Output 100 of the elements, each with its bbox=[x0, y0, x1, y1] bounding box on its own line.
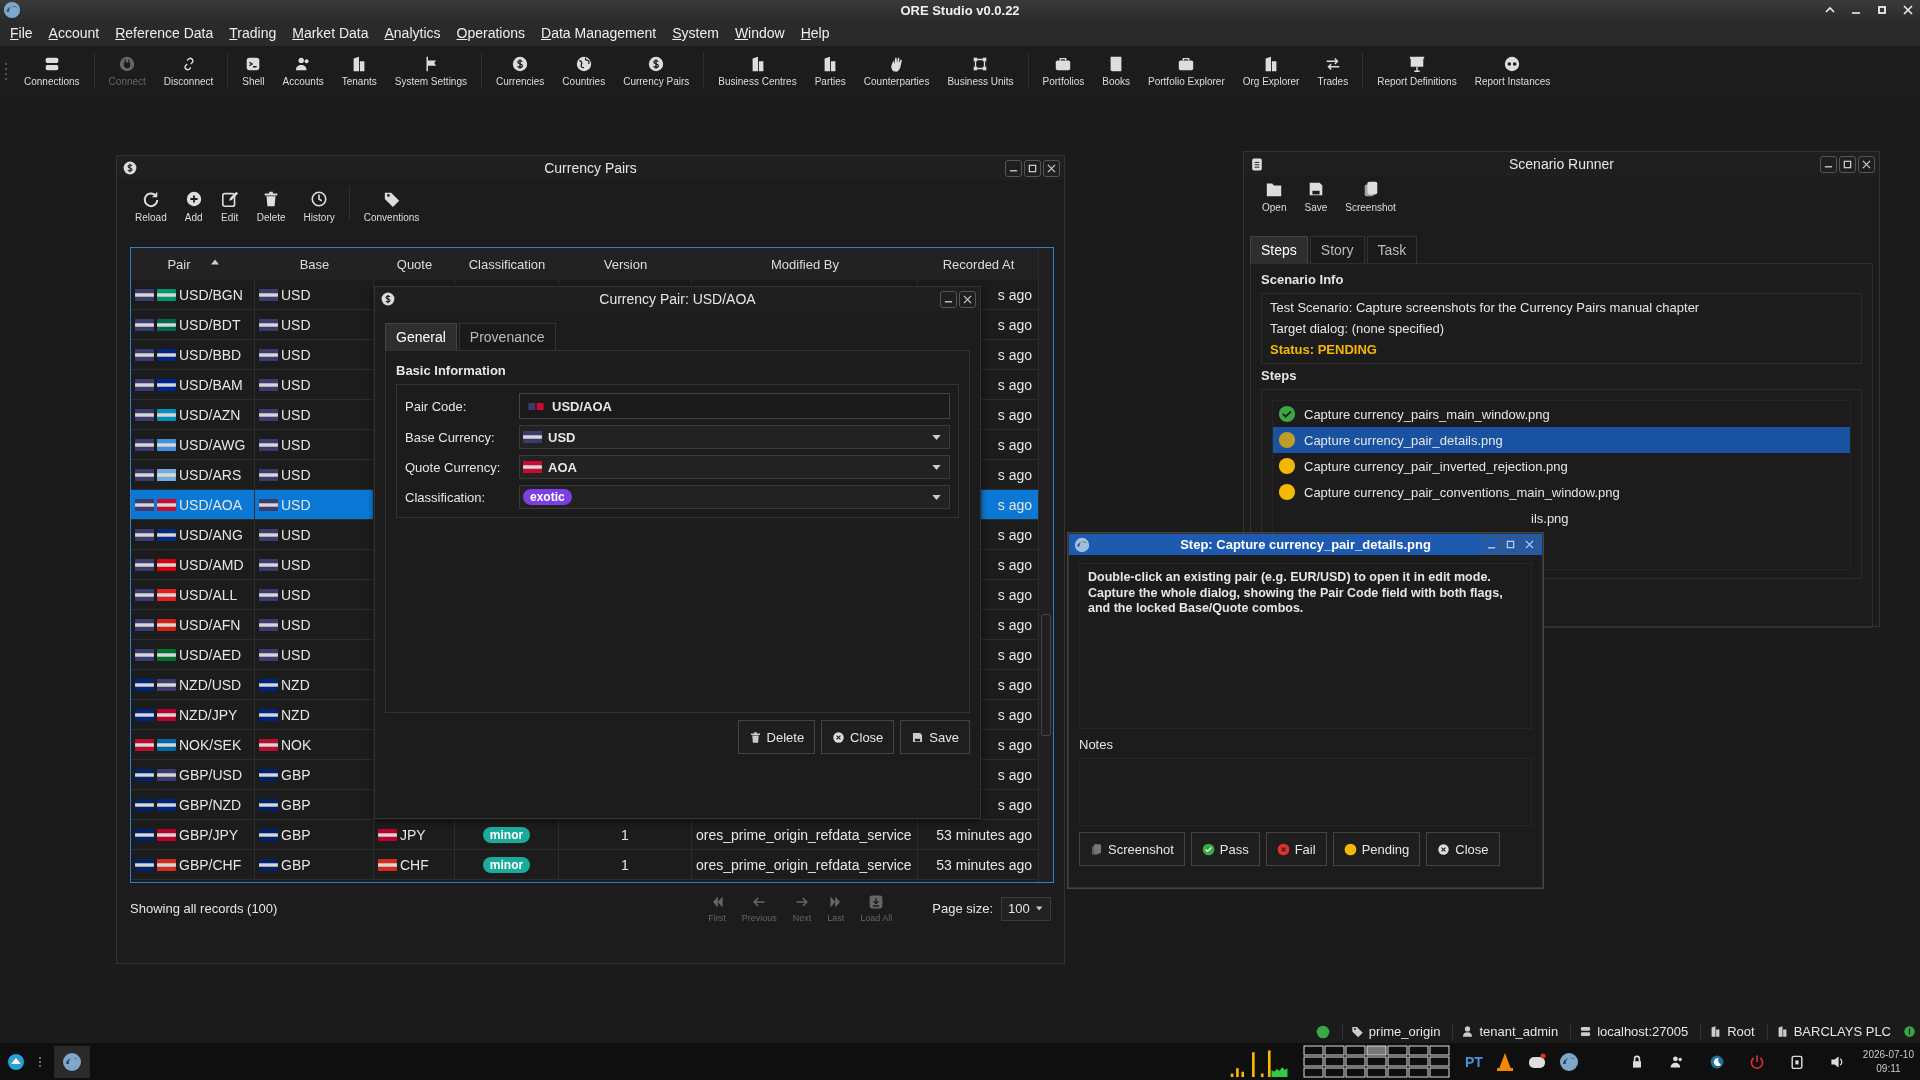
power-icon[interactable] bbox=[1748, 1053, 1765, 1070]
table-cell[interactable]: GBP/USD bbox=[131, 760, 255, 790]
table-cell[interactable]: NZD/USD bbox=[131, 670, 255, 700]
toolbar-button[interactable]: Connections bbox=[16, 54, 88, 87]
toolbar-button[interactable]: Shell bbox=[234, 54, 273, 87]
toolbar-button[interactable]: Disconnect bbox=[155, 54, 222, 87]
taskbar-app[interactable] bbox=[54, 1045, 90, 1078]
toolbar-button[interactable]: Conventions bbox=[355, 186, 428, 227]
currency-combo[interactable]: AOA bbox=[519, 455, 950, 479]
column-header[interactable]: Modified By bbox=[692, 248, 918, 280]
tab[interactable]: Steps bbox=[1250, 236, 1308, 263]
table-cell[interactable]: NZD/JPY bbox=[131, 700, 255, 730]
column-header[interactable]: Quote bbox=[374, 248, 455, 280]
currency-combo[interactable]: USD bbox=[519, 425, 950, 449]
toolbar-button[interactable]: Portfolio Explorer bbox=[1140, 54, 1233, 87]
minimize-button[interactable] bbox=[1483, 536, 1500, 553]
table-cell[interactable]: NOK/SEK bbox=[131, 730, 255, 760]
tab[interactable]: Story bbox=[1309, 236, 1365, 263]
toolbar-button[interactable]: Currency Pairs bbox=[615, 54, 698, 87]
table-cell[interactable]: USD/AED bbox=[131, 640, 255, 670]
toolbar-button[interactable]: Org Explorer bbox=[1234, 54, 1308, 87]
toolbar-button[interactable]: Delete bbox=[248, 186, 294, 227]
table-cell[interactable]: GBP/CHF bbox=[131, 850, 255, 880]
menu-item[interactable]: Help bbox=[800, 25, 830, 41]
step-button[interactable]: Fail bbox=[1265, 832, 1327, 866]
menu-item[interactable]: Market Data bbox=[292, 25, 369, 41]
step-item[interactable]: Capture currency_pair_details.png bbox=[1273, 427, 1850, 453]
close-button[interactable] bbox=[1043, 159, 1060, 177]
table-cell[interactable]: USD/ALL bbox=[131, 580, 255, 610]
menu-item[interactable]: Trading bbox=[229, 25, 277, 41]
toolbar-button[interactable]: Accounts bbox=[274, 54, 332, 87]
page-size-combo[interactable]: 100 bbox=[1001, 896, 1051, 921]
menu-item[interactable]: Account bbox=[48, 25, 100, 41]
step-item[interactable]: Capture currency_pair_conventions_main_window.png bbox=[1273, 479, 1850, 505]
clipboard-icon[interactable] bbox=[1788, 1053, 1805, 1070]
maximize-button[interactable] bbox=[1839, 155, 1856, 173]
scrollbar[interactable] bbox=[1038, 248, 1053, 882]
toolbar-button[interactable]: Screenshot bbox=[1337, 176, 1404, 217]
step-button[interactable]: Close bbox=[1426, 832, 1500, 866]
moon-icon[interactable] bbox=[1708, 1053, 1725, 1070]
minimize-button[interactable] bbox=[1820, 155, 1837, 173]
cone-icon[interactable] bbox=[1494, 1051, 1515, 1072]
table-cell[interactable]: USD/AFN bbox=[131, 610, 255, 640]
toolbar-button[interactable]: Countries bbox=[554, 54, 614, 87]
tab[interactable]: General bbox=[385, 323, 457, 350]
users-icon[interactable] bbox=[1668, 1053, 1685, 1070]
column-header[interactable]: Pair bbox=[131, 248, 255, 280]
table-cell[interactable]: GBP/JPY bbox=[131, 820, 255, 850]
table-cell[interactable]: USD/ANG bbox=[131, 520, 255, 550]
workspace-pager-drawing[interactable] bbox=[1302, 1044, 1453, 1079]
toolbar-button[interactable]: Business Units bbox=[939, 54, 1022, 87]
toolbar-button[interactable]: Add bbox=[176, 186, 211, 227]
menu-item[interactable]: Analytics bbox=[384, 25, 441, 41]
table-cell[interactable]: USD/AOA bbox=[131, 490, 255, 520]
toolbar-button[interactable]: System Settings bbox=[386, 54, 475, 87]
menu-item[interactable]: Window bbox=[734, 25, 785, 41]
toolbar-button[interactable]: Currencies bbox=[488, 54, 553, 87]
minimize-button[interactable] bbox=[1005, 159, 1022, 177]
step-item[interactable]: Capture currency_pair_inverted_rejection.png bbox=[1273, 453, 1850, 479]
table-cell[interactable]: USD/AZN bbox=[131, 400, 255, 430]
toolbar-button[interactable]: Tenants bbox=[333, 54, 385, 87]
maximize-icon[interactable] bbox=[1876, 4, 1888, 16]
step-button[interactable]: Screenshot bbox=[1079, 832, 1185, 866]
menu-item[interactable]: Data Management bbox=[541, 25, 657, 41]
step-item[interactable]: ils.png bbox=[1273, 505, 1850, 531]
dialog-button[interactable]: Close bbox=[821, 720, 895, 754]
toolbar-button[interactable]: Counterparties bbox=[855, 54, 938, 87]
toolbar-button[interactable]: Trades bbox=[1309, 54, 1357, 87]
tab[interactable]: Provenance bbox=[458, 323, 556, 350]
close-button[interactable] bbox=[1858, 155, 1875, 173]
toolbar-button[interactable]: Open bbox=[1254, 176, 1295, 217]
column-header[interactable]: Classification bbox=[455, 248, 559, 280]
close-icon[interactable] bbox=[1902, 4, 1914, 16]
toolbar-button[interactable]: History bbox=[295, 186, 343, 227]
toolbar-button[interactable]: Report Definitions bbox=[1369, 54, 1465, 87]
step-button[interactable]: Pass bbox=[1190, 832, 1260, 866]
menu-item[interactable]: System bbox=[672, 25, 719, 41]
column-header[interactable]: Version bbox=[559, 248, 692, 280]
menu-item[interactable]: Reference Data bbox=[115, 25, 214, 41]
dialog-button[interactable]: Delete bbox=[737, 720, 816, 754]
toolbar-button[interactable]: Portfolios bbox=[1034, 54, 1093, 87]
keyboard-layout[interactable]: PT bbox=[1464, 1053, 1483, 1070]
close-button[interactable] bbox=[959, 290, 976, 308]
column-header[interactable]: Recorded At bbox=[918, 248, 1039, 280]
volume-icon[interactable] bbox=[1828, 1053, 1845, 1070]
table-cell[interactable]: GBP/NZD bbox=[131, 790, 255, 820]
step-button[interactable]: Pending bbox=[1332, 832, 1421, 866]
table-cell[interactable]: USD/AMD bbox=[131, 550, 255, 580]
step-item[interactable]: Capture currency_pairs_main_window.png bbox=[1273, 401, 1850, 427]
toolbar-button[interactable]: Books bbox=[1094, 54, 1139, 87]
toolbar-button[interactable]: Save bbox=[1296, 176, 1336, 217]
pair-code-field[interactable]: USD/AOA bbox=[519, 393, 950, 419]
table-cell[interactable]: USD/BGN bbox=[131, 280, 255, 310]
toolbar-button[interactable]: Parties bbox=[806, 54, 854, 87]
toolbar-button[interactable]: Business Centres bbox=[710, 54, 805, 87]
minimize-button[interactable] bbox=[940, 290, 957, 308]
menu-item[interactable]: File bbox=[10, 25, 33, 41]
close-button[interactable] bbox=[1521, 536, 1538, 553]
start-menu-icon[interactable] bbox=[6, 1051, 26, 1072]
toolbar-grip-icon[interactable] bbox=[4, 60, 8, 81]
